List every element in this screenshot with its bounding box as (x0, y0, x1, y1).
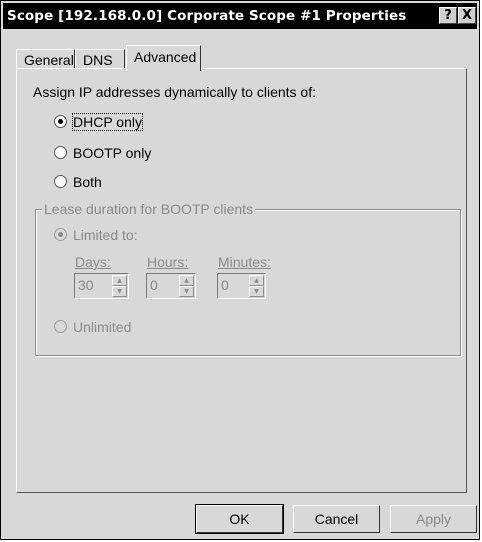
spin-down-arrow-icon[interactable]: ▼ (112, 286, 127, 297)
help-button[interactable]: ? (439, 7, 457, 24)
apply-button[interactable]: Apply (390, 505, 477, 533)
minutes-label: Minutes: (218, 254, 271, 270)
bootp-only-radio[interactable] (54, 146, 67, 159)
days-value: 30 (78, 277, 94, 293)
spin-down-arrow-icon[interactable]: ▼ (249, 286, 264, 297)
both-label[interactable]: Both (73, 174, 102, 190)
days-label: Days: (75, 254, 111, 270)
hours-label: Hours: (147, 254, 189, 270)
bootp-only-label[interactable]: BOOTP only (73, 145, 151, 161)
dhcp-only-label[interactable]: DHCP only (72, 113, 143, 131)
tab-dns[interactable]: DNS (75, 49, 125, 69)
lease-duration-legend: Lease duration for BOOTP clients (42, 201, 256, 217)
spin-down-arrow-icon[interactable]: ▼ (179, 286, 194, 297)
cancel-button[interactable]: Cancel (293, 505, 380, 533)
tab-advanced[interactable]: Advanced (126, 45, 201, 71)
radio-selected-dot (58, 119, 63, 124)
hours-spin-arrows: ▲ ▼ (179, 275, 194, 297)
assign-ip-label: Assign IP addresses dynamically to clien… (33, 84, 316, 100)
title-bar[interactable]: Scope [192.168.0.0] Corporate Scope #1 P… (3, 3, 477, 29)
tab-general[interactable]: General (16, 49, 75, 69)
spin-up-arrow-icon[interactable]: ▲ (179, 275, 194, 286)
minutes-value: 0 (221, 277, 229, 293)
limited-to-label[interactable]: Limited to: (73, 227, 138, 243)
minutes-spinbox[interactable]: 0 ▲ ▼ (217, 273, 266, 299)
scope-properties-dialog: Scope [192.168.0.0] Corporate Scope #1 P… (0, 0, 480, 540)
spin-up-arrow-icon[interactable]: ▲ (112, 275, 127, 286)
limited-to-radio[interactable] (54, 228, 67, 241)
unlimited-radio[interactable] (54, 320, 67, 333)
minutes-spin-arrows: ▲ ▼ (249, 275, 264, 297)
unlimited-label[interactable]: Unlimited (73, 319, 131, 335)
close-button[interactable]: X (458, 7, 476, 24)
ok-button[interactable]: OK (195, 504, 284, 534)
hours-spinbox[interactable]: 0 ▲ ▼ (146, 273, 196, 299)
days-spinbox[interactable]: 30 ▲ ▼ (74, 273, 129, 299)
spin-up-arrow-icon[interactable]: ▲ (249, 275, 264, 286)
radio-selected-dot (58, 232, 63, 237)
both-radio[interactable] (54, 175, 67, 188)
dhcp-only-radio[interactable] (54, 115, 67, 128)
window-title: Scope [192.168.0.0] Corporate Scope #1 P… (7, 8, 407, 24)
hours-value: 0 (150, 277, 158, 293)
days-spin-arrows: ▲ ▼ (112, 275, 127, 297)
